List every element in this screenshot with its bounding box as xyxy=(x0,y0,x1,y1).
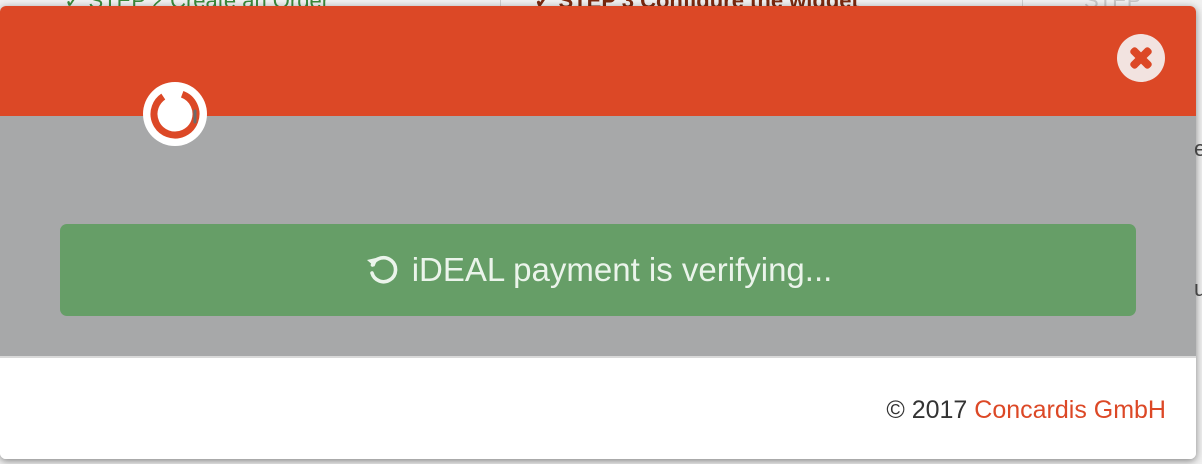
payment-status-alert: iDEAL payment is verifying... xyxy=(60,224,1136,316)
background-edge-fragment: u xyxy=(1194,276,1202,301)
modal-footer: © 2017 Concardis GmbH xyxy=(0,358,1196,459)
refresh-icon xyxy=(366,255,398,284)
company-link[interactable]: Concardis GmbH xyxy=(974,396,1166,424)
concardis-logo xyxy=(143,82,207,146)
background-edge-fragment: e xyxy=(1194,136,1202,161)
modal-body: iDEAL payment is verifying... xyxy=(0,116,1196,356)
close-button[interactable] xyxy=(1117,34,1165,82)
payment-status-text: iDEAL payment is verifying... xyxy=(411,251,833,288)
footer-copyright: © 2017 Concardis GmbH xyxy=(886,396,1166,425)
copyright-text: © 2017 xyxy=(886,396,975,424)
payment-modal: iDEAL payment is verifying... © 2017 Con… xyxy=(0,6,1196,459)
concardis-ring-logo-icon xyxy=(150,89,200,139)
